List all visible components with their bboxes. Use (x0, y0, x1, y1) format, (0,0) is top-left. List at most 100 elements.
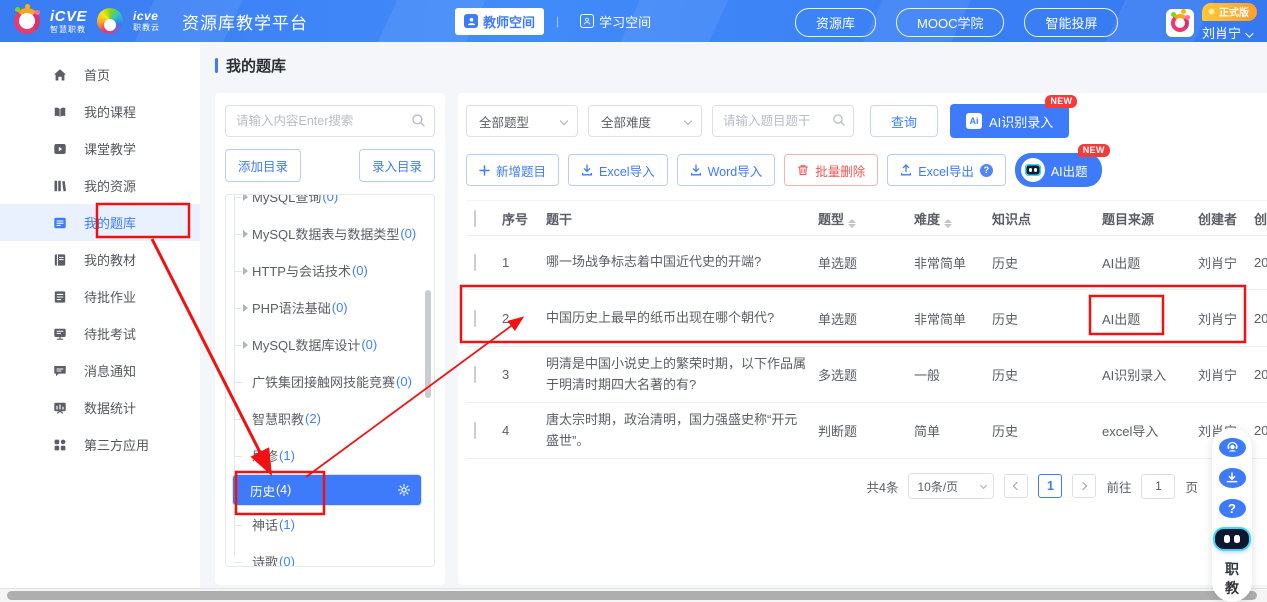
excel-export-button[interactable]: Excel导出 ? (887, 154, 1006, 186)
tree-item[interactable]: 广铁集团接触网技能竞赛(0) (226, 363, 434, 400)
tree-item[interactable]: 神话(1) (226, 506, 434, 543)
next-page-button[interactable] (1072, 474, 1096, 498)
tree-item[interactable]: 诗歌(0) (226, 543, 434, 567)
download-center-icon[interactable] (1219, 468, 1246, 487)
ai-assistant-robot-icon[interactable] (1215, 529, 1249, 549)
horizontal-scrollbar (0, 588, 1267, 602)
table-row[interactable]: 4 唐太宗时期，政治清明，国力强盛史称“开元盛世”。 判断题 简单 历史 exc… (466, 403, 1267, 459)
sidebar-item-homework[interactable]: 待批作业 (0, 278, 200, 315)
excel-import-button[interactable]: Excel导入 (568, 154, 668, 186)
gear-icon[interactable] (397, 483, 411, 497)
sidebar-item-classroom[interactable]: 课堂教学 (0, 130, 200, 167)
expand-arrow-icon[interactable] (243, 341, 248, 349)
help-question-icon[interactable]: ? (1219, 499, 1246, 518)
question-stem: 唐太宗时期，政治清明，国力强盛史称“开元盛世”。 (546, 410, 818, 450)
question-type-select[interactable]: 全部题型 (466, 105, 578, 137)
page-title: 我的题库 (215, 55, 286, 76)
sidebar-item-question-bank[interactable]: 我的题库 (0, 204, 200, 241)
teacher-space-tab[interactable]: 教师空间 (455, 8, 544, 35)
current-page-button[interactable]: 1 (1038, 474, 1062, 498)
sidebar-item-home[interactable]: 首页 (0, 56, 200, 93)
avatar-logo-icon (1171, 14, 1189, 32)
row-checkbox[interactable] (474, 254, 476, 271)
col-difficulty[interactable]: 难度 (914, 209, 992, 228)
customer-support-icon[interactable] (1219, 438, 1246, 457)
icve-zhijiaoyun-logo-icon (97, 8, 123, 34)
col-stem: 题干 (546, 209, 818, 228)
question-list-panel: 全部题型 全部难度 查询 Ai AI识别录入 NEW (458, 93, 1267, 585)
sort-icon[interactable] (944, 219, 952, 228)
header-links: 资源库 MOOC学院 智能投屏 (795, 8, 1118, 37)
word-import-button[interactable]: Word导入 (677, 154, 776, 186)
directory-tree: MySQL查询(0) MySQL数据表与数据类型(0) HTTP与会话技术(0)… (225, 194, 435, 567)
difficulty-select[interactable]: 全部难度 (588, 105, 702, 137)
help-icon[interactable]: ? (980, 164, 993, 177)
expand-arrow-icon[interactable] (243, 304, 248, 312)
ai-recognize-import-button[interactable]: Ai AI识别录入 NEW (950, 104, 1069, 138)
chevron-left-icon (1013, 482, 1021, 490)
tree-item[interactable]: MySQL数据表与数据类型(0) (226, 215, 434, 252)
teacher-space-icon (464, 14, 478, 28)
sidebar-item-messages[interactable]: 消息通知 (0, 352, 200, 389)
tree-item[interactable]: MySQL数据库设计(0) (226, 326, 434, 363)
tree-scrollbar[interactable] (425, 290, 431, 398)
goto-page-input[interactable] (1141, 474, 1175, 499)
student-space-icon (580, 14, 594, 28)
directory-search-input[interactable] (225, 105, 435, 137)
tree-item[interactable]: MySQL查询(0) (226, 194, 434, 215)
sidebar-item-statistics[interactable]: 数据统计 (0, 389, 200, 426)
student-space-tab[interactable]: 学习空间 (571, 8, 660, 35)
smart-cast-link[interactable]: 智能投屏 (1024, 8, 1118, 37)
row-checkbox[interactable] (474, 310, 476, 327)
query-button[interactable]: 查询 (870, 105, 938, 137)
new-badge: NEW (1078, 144, 1110, 157)
row-checkbox[interactable] (474, 366, 476, 383)
tree-item[interactable]: 智慧职教(2) (226, 400, 434, 437)
batch-delete-button[interactable]: 批量删除 (784, 154, 878, 186)
table-row[interactable]: 3 明清是中国小说史上的繁荣时期，以下作品属于明清时期四大名著的有? 多选题 一… (466, 347, 1267, 403)
sidebar-item-textbooks[interactable]: 我的教材 (0, 241, 200, 278)
sidebar-item-third-party[interactable]: 第三方应用 (0, 426, 200, 463)
trash-icon (797, 164, 809, 176)
col-knowledge: 知识点 (992, 209, 1102, 228)
sidebar-item-resources[interactable]: 我的资源 (0, 167, 200, 204)
directory-panel: 添加目录 录入目录 MySQL查询(0) MySQL数据表与数据类型(0) HT… (215, 93, 445, 585)
ai-generate-button[interactable]: AI出题 NEW (1015, 153, 1102, 187)
sort-icon[interactable] (848, 219, 856, 228)
tree-item[interactable]: 思修(1) (226, 437, 434, 474)
row-checkbox[interactable] (474, 422, 476, 439)
table-row[interactable]: 1 哪一场战争标志着中国近代史的开端? 单选题 非常简单 历史 AI出题 刘肖宁… (466, 236, 1267, 290)
sidebar-item-courses[interactable]: 我的课程 (0, 93, 200, 130)
prev-page-button[interactable] (1004, 474, 1028, 498)
robot-icon (1021, 158, 1045, 182)
sidebar-item-exams[interactable]: 待批考试 (0, 315, 200, 352)
mooc-academy-link[interactable]: MOOC学院 (896, 8, 1004, 37)
page-size-select[interactable]: 10条/页 (908, 473, 994, 499)
resource-library-link[interactable]: 资源库 (795, 8, 876, 37)
download-icon (581, 164, 593, 176)
expand-arrow-icon[interactable] (243, 230, 248, 238)
add-directory-button[interactable]: 添加目录 (225, 149, 301, 182)
tree-item[interactable]: PHP语法基础(0) (226, 289, 434, 326)
tree-item-selected-history[interactable]: 历史(4) (232, 474, 422, 506)
expand-arrow-icon[interactable] (243, 194, 248, 201)
entry-directory-button[interactable]: 录入目录 (359, 149, 435, 182)
play-video-icon (52, 141, 68, 157)
avatar[interactable] (1166, 9, 1194, 37)
table-row-highlighted[interactable]: 2 中国历史上最早的纸币出现在哪个朝代? 单选题 非常简单 历史 AI出题 刘肖… (466, 290, 1267, 347)
user-area[interactable]: 正式版 刘肖宁 (1166, 3, 1257, 42)
expand-arrow-icon[interactable] (243, 267, 248, 275)
new-badge: NEW (1045, 95, 1077, 108)
icve-zhihuizhijiao-logo-icon (14, 8, 40, 34)
top-header: iCVE 智慧职教 icve 职教云 资源库教学平台 教师空间 | (0, 0, 1267, 42)
app-title: 资源库教学平台 (182, 9, 308, 34)
add-question-button[interactable]: 新增题目 (466, 154, 559, 186)
title-accent-bar (215, 58, 218, 73)
scrollbar-thumb[interactable] (7, 591, 1257, 600)
tree-item[interactable]: HTTP与会话技术(0) (226, 252, 434, 289)
chevron-right-icon (1079, 482, 1087, 490)
col-type[interactable]: 题型 (818, 209, 914, 228)
select-all-checkbox[interactable] (474, 210, 476, 227)
brand2-name: icve (133, 10, 160, 22)
user-name[interactable]: 刘肖宁 (1202, 23, 1251, 42)
